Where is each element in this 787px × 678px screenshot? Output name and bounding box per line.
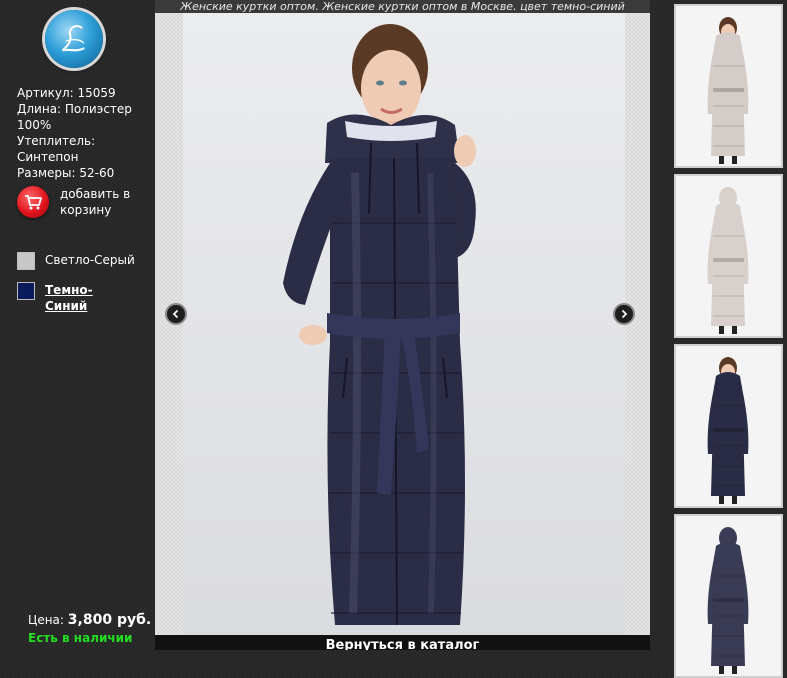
info-insulation-value: Синтепон xyxy=(17,150,79,164)
product-sidebar: Артикул: 15059 Длина: Полиэстер 100% Уте… xyxy=(0,0,155,650)
chevron-left-icon xyxy=(172,309,179,319)
main-product-photo xyxy=(155,13,650,635)
chevron-right-icon xyxy=(621,309,628,319)
color-option-light-gray[interactable]: Светло-Серый xyxy=(17,252,135,270)
cart-icon xyxy=(17,186,49,218)
info-article: Артикул: 15059 xyxy=(17,86,116,100)
thumbnail-1[interactable] xyxy=(674,4,783,168)
brand-logo[interactable] xyxy=(45,10,103,68)
image-caption: Женские куртки оптом. Женские куртки опт… xyxy=(155,0,650,13)
thumbnail-model-image xyxy=(707,17,749,164)
thumbnail-4[interactable] xyxy=(674,514,783,678)
thumbnail-model-image xyxy=(707,187,749,334)
color-label: Светло-Серый xyxy=(45,253,135,267)
price: Цена: 3,800 руб. xyxy=(28,612,151,628)
prev-image-button[interactable] xyxy=(165,303,187,325)
color-option-dark-blue[interactable]: Темно-Синий xyxy=(17,282,115,314)
price-label: Цена: xyxy=(28,613,64,627)
info-sizes: Размеры: 52-60 xyxy=(17,166,115,180)
script-l-logo-icon xyxy=(61,25,85,52)
thumbnail-model-image xyxy=(707,357,749,504)
stock-status: Есть в наличии xyxy=(28,631,133,645)
color-swatch xyxy=(17,252,35,270)
back-to-catalog-link[interactable]: Вернуться в каталог xyxy=(155,635,650,650)
next-image-button[interactable] xyxy=(613,303,635,325)
price-value: 3,800 руб. xyxy=(67,612,152,628)
thumbnail-2[interactable] xyxy=(674,174,783,338)
add-to-cart-button[interactable]: добавить в корзину xyxy=(17,186,152,220)
color-label: Темно-Синий xyxy=(45,283,93,313)
info-insulation-label: Утеплитель: xyxy=(17,134,96,148)
add-to-cart-label: добавить в корзину xyxy=(60,187,131,217)
thumbnail-3[interactable] xyxy=(674,344,783,508)
product-info: Артикул: 15059 Длина: Полиэстер 100% Уте… xyxy=(17,85,147,181)
color-swatch xyxy=(17,282,35,300)
thumbnail-model-image xyxy=(707,527,749,674)
model-in-coat-image xyxy=(283,24,476,626)
info-material: Длина: Полиэстер 100% xyxy=(17,102,132,132)
